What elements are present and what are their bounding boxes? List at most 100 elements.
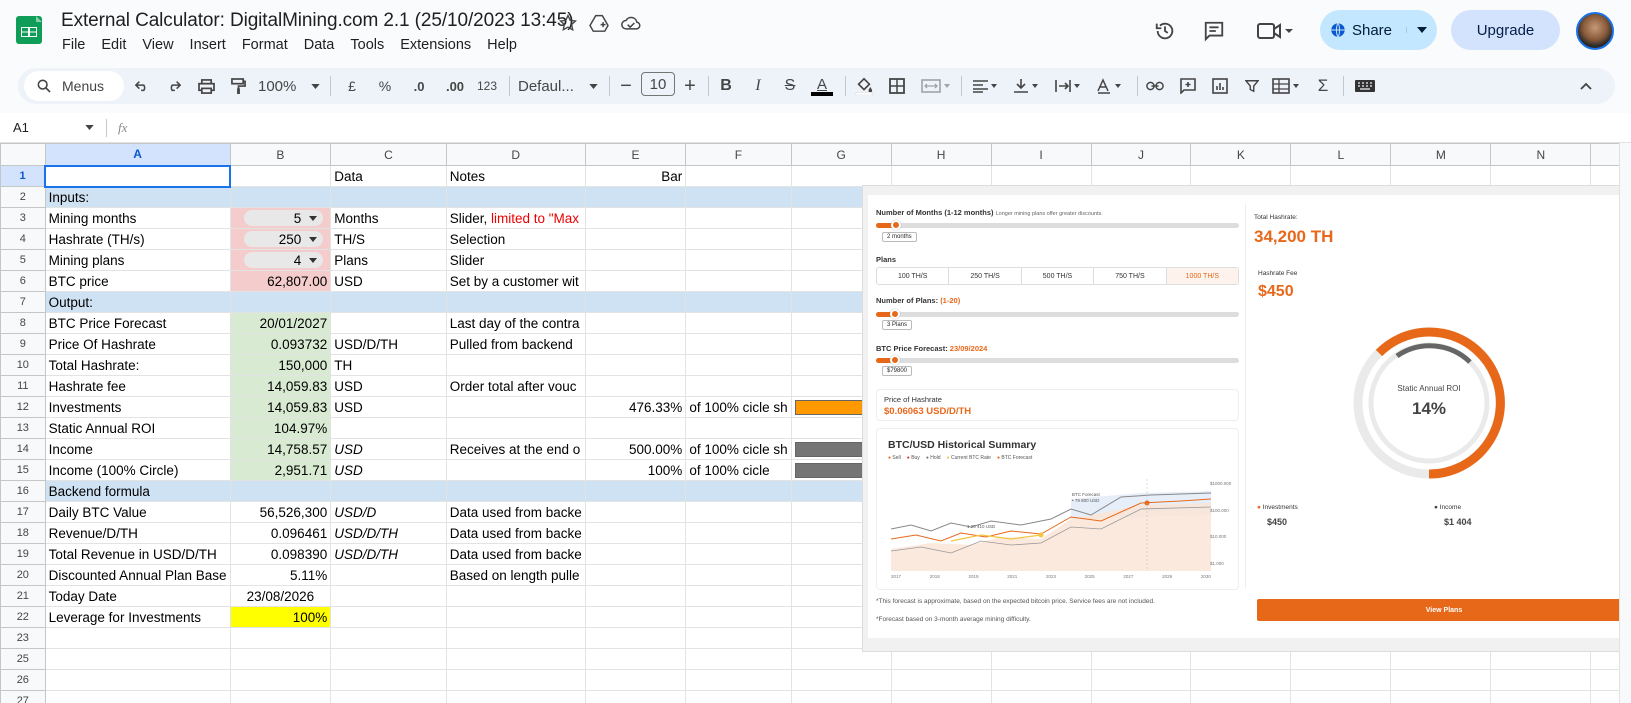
cell-empty[interactable] xyxy=(1490,690,1592,703)
menu-extensions[interactable]: Extensions xyxy=(400,37,471,53)
menu-view[interactable]: View xyxy=(142,37,173,53)
cell-empty[interactable] xyxy=(1290,690,1392,703)
row-header[interactable]: 16 xyxy=(0,480,46,502)
column-header-f[interactable]: F xyxy=(685,143,792,166)
undo-icon[interactable] xyxy=(132,75,152,97)
dropdown-chip[interactable]: 4 xyxy=(243,252,324,268)
paint-format-icon[interactable] xyxy=(227,75,249,97)
cell-value[interactable] xyxy=(229,186,332,208)
cell-value[interactable]: 14,059.83 xyxy=(229,375,332,397)
row-header[interactable]: 18 xyxy=(0,522,46,544)
menu-help[interactable]: Help xyxy=(487,37,517,53)
cell-label[interactable]: Hashrate fee xyxy=(44,375,231,397)
row-header[interactable]: 11 xyxy=(0,375,46,397)
cell-note[interactable]: Last day of the contra xyxy=(445,312,586,334)
cell-percent[interactable] xyxy=(584,291,687,313)
font-family-select[interactable]: Defaul... xyxy=(518,75,598,97)
cell-percent[interactable]: 100% xyxy=(584,459,687,481)
row-header[interactable]: 13 xyxy=(0,417,46,439)
filter-views-icon[interactable] xyxy=(1270,75,1304,97)
column-header-g[interactable]: G xyxy=(790,143,892,166)
cell-value[interactable]: 150,000 xyxy=(229,354,332,376)
cell-label[interactable]: Income (100% Circle) xyxy=(44,459,231,481)
cell-percent[interactable]: 500.00% xyxy=(584,438,687,460)
cell-value[interactable]: 250 xyxy=(229,228,332,250)
sheets-logo-icon[interactable] xyxy=(14,16,46,44)
cell-note[interactable] xyxy=(445,690,586,703)
cell-percent[interactable] xyxy=(584,564,687,586)
cell-note[interactable]: Order total after vouc xyxy=(445,375,586,397)
row-header[interactable]: 20 xyxy=(0,564,46,586)
cell-empty[interactable] xyxy=(890,165,992,187)
row-header[interactable]: 5 xyxy=(0,249,46,271)
font-size-decrease-button[interactable]: − xyxy=(618,75,634,97)
cell-caption[interactable] xyxy=(685,186,792,208)
version-history-icon[interactable] xyxy=(1152,18,1178,44)
decrease-decimal-button[interactable]: .0 xyxy=(406,75,432,97)
cell-note[interactable]: Data used from backe xyxy=(445,543,586,565)
row-header[interactable]: 1 xyxy=(0,165,46,187)
share-button[interactable]: Share xyxy=(1320,10,1437,50)
filter-icon[interactable] xyxy=(1241,75,1263,97)
cell-label[interactable]: Static Annual ROI xyxy=(44,417,231,439)
cell-note[interactable]: Pulled from backend xyxy=(445,333,586,355)
cell-unit[interactable]: USD xyxy=(330,459,447,481)
cell-label[interactable]: BTC price xyxy=(44,270,231,292)
cell-caption[interactable]: of 100% cicle sh xyxy=(685,438,792,460)
row-header[interactable]: 6 xyxy=(0,270,46,292)
cell-percent[interactable] xyxy=(584,543,687,565)
cell-caption[interactable] xyxy=(685,354,792,376)
row-header[interactable]: 22 xyxy=(0,606,46,628)
row-header[interactable]: 2 xyxy=(0,186,46,208)
cell-label[interactable]: Price Of Hashrate xyxy=(44,333,231,355)
cell-empty[interactable] xyxy=(1490,165,1592,187)
cell-value[interactable] xyxy=(229,165,332,187)
cell-percent[interactable] xyxy=(584,606,687,628)
menu-data[interactable]: Data xyxy=(304,37,335,53)
cell-note[interactable]: Notes xyxy=(445,165,586,187)
vertical-scrollbar[interactable] xyxy=(1619,143,1631,703)
cell-percent[interactable]: 476.33% xyxy=(584,396,687,418)
plan-option[interactable]: 500 TH/S xyxy=(1022,268,1095,284)
dropdown-chip[interactable]: 5 xyxy=(243,210,324,226)
fill-color-icon[interactable] xyxy=(853,75,875,97)
cell-label[interactable] xyxy=(44,164,232,188)
cell-bar[interactable] xyxy=(790,669,892,691)
column-header-b[interactable]: B xyxy=(229,143,332,166)
cell-caption[interactable] xyxy=(685,627,792,649)
cell-value[interactable]: 0.093732 xyxy=(229,333,332,355)
cell-empty[interactable] xyxy=(1390,165,1492,187)
cell-empty[interactable] xyxy=(1290,165,1392,187)
column-header-d[interactable]: D xyxy=(445,143,586,166)
forecast-slider-thumb[interactable] xyxy=(890,355,900,365)
cell-percent[interactable] xyxy=(584,522,687,544)
cell-unit[interactable] xyxy=(330,648,447,670)
cell-note[interactable]: Receives at the end o xyxy=(445,438,586,460)
select-all-corner[interactable] xyxy=(0,143,46,166)
column-header-i[interactable]: I xyxy=(990,143,1092,166)
italic-button[interactable]: I xyxy=(748,75,768,97)
cell-empty[interactable] xyxy=(1090,165,1192,187)
cell-note[interactable] xyxy=(445,417,586,439)
cell-note[interactable] xyxy=(445,396,586,418)
cell-label[interactable]: Today Date xyxy=(44,585,231,607)
cell-note[interactable]: Slider xyxy=(445,249,586,271)
comments-icon[interactable] xyxy=(1201,18,1227,44)
star-icon[interactable] xyxy=(558,13,578,33)
cell-caption[interactable] xyxy=(685,564,792,586)
row-header[interactable]: 4 xyxy=(0,228,46,250)
cell-label[interactable]: Backend formula xyxy=(44,480,231,502)
cell-label[interactable]: Leverage for Investments xyxy=(44,606,231,628)
cell-percent[interactable] xyxy=(584,627,687,649)
cell-percent[interactable] xyxy=(584,669,687,691)
menu-file[interactable]: File xyxy=(62,37,85,53)
cell-unit[interactable]: Months xyxy=(330,207,447,229)
cell-value[interactable]: 20/01/2027 xyxy=(229,312,332,334)
row-header[interactable]: 7 xyxy=(0,291,46,313)
cell-empty[interactable] xyxy=(1190,165,1292,187)
cell-note[interactable]: Selection xyxy=(445,228,586,250)
cell-caption[interactable] xyxy=(685,669,792,691)
row-header[interactable]: 25 xyxy=(0,648,46,670)
cell-empty[interactable] xyxy=(990,165,1092,187)
cell-percent[interactable] xyxy=(584,480,687,502)
